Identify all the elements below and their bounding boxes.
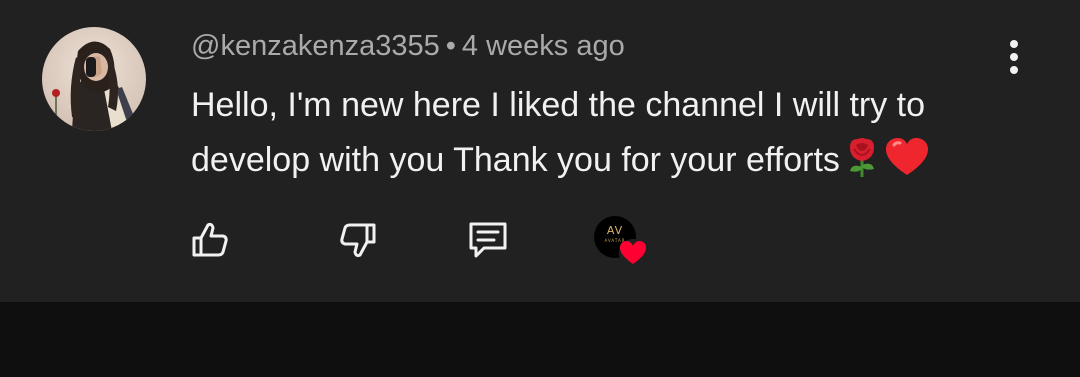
- more-options-button[interactable]: [996, 36, 1032, 78]
- bottom-area: [0, 302, 1080, 377]
- dislike-button[interactable]: [336, 218, 380, 262]
- rose-emoji-icon: [844, 137, 880, 194]
- comment-text: Hello, I'm new here I liked the channel …: [191, 86, 926, 179]
- thumbs-down-icon: [340, 223, 376, 258]
- heart-icon: [619, 239, 647, 267]
- reply-button[interactable]: [466, 218, 510, 262]
- comment-body: Hello, I'm new here I liked the channel …: [191, 78, 1021, 194]
- meta-separator: •: [445, 30, 456, 62]
- red-heart-emoji-icon: [884, 137, 930, 194]
- comment-card: @kenzakenza3355 • 4 weeks ago Hello, I'm n…: [0, 0, 1080, 302]
- thumbs-up-icon: [192, 222, 228, 257]
- more-vert-icon: [1010, 40, 1018, 48]
- avatar[interactable]: [42, 27, 146, 131]
- like-button[interactable]: [188, 218, 232, 262]
- creator-heart-badge: AV AVATAR: [594, 216, 656, 268]
- reply-icon: [469, 222, 507, 258]
- creator-monogram: AV: [606, 224, 624, 237]
- username[interactable]: @kenzakenza3355: [191, 30, 440, 62]
- timestamp: 4 weeks ago: [461, 30, 625, 62]
- comment-header: @kenzakenza3355 • 4 weeks ago: [191, 30, 625, 63]
